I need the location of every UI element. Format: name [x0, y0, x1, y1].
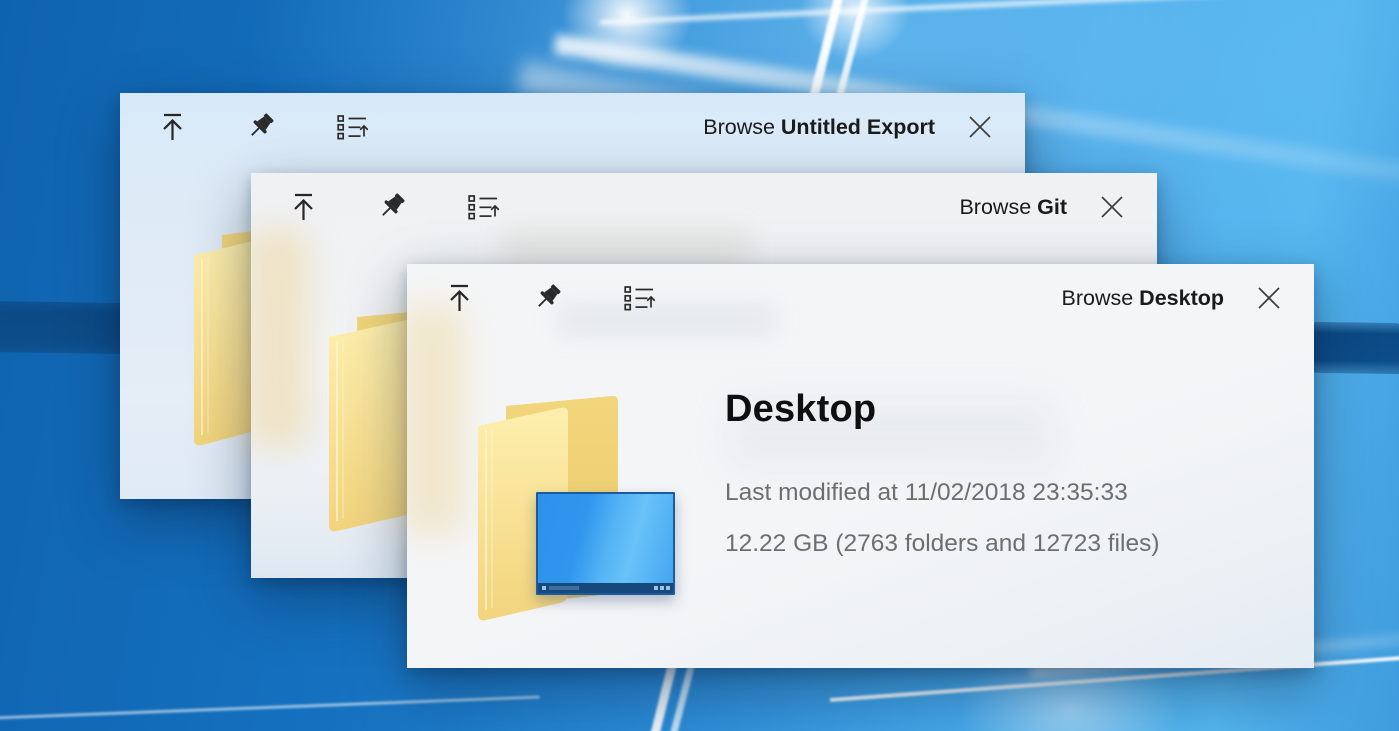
pin-button[interactable]: [527, 276, 571, 320]
titlebar-right: Browse Git: [959, 173, 1157, 241]
navigate-up-icon: [446, 283, 473, 313]
window-title: Browse Git: [959, 195, 1067, 220]
browse-label: Browse: [959, 195, 1037, 219]
wallpaper-light-beam: [600, 0, 1399, 25]
browse-label: Browse: [1062, 286, 1140, 310]
wallpaper-light-beam: [0, 696, 540, 720]
browse-target-label: Untitled Export: [781, 115, 935, 139]
navigate-up-icon: [159, 112, 186, 142]
pin-button[interactable]: [371, 185, 415, 229]
titlebar-right: Browse Desktop: [1062, 264, 1315, 332]
navigate-up-icon: [290, 192, 317, 222]
sort-list-button[interactable]: [461, 185, 505, 229]
pin-button[interactable]: [240, 105, 284, 149]
browse-target-label: Git: [1037, 195, 1067, 219]
monitor-tray-strip: [549, 586, 579, 590]
window-title: Browse Desktop: [1062, 286, 1225, 311]
size-summary-text: 12.22 GB (2763 folders and 12723 files): [725, 530, 1159, 558]
folder-heading: Desktop: [725, 388, 876, 431]
desktop-monitor-icon: [536, 492, 675, 595]
close-button[interactable]: [1248, 277, 1290, 319]
navigate-up-button[interactable]: [150, 105, 194, 149]
sort-list-button[interactable]: [330, 105, 374, 149]
acrylic-ghost: [399, 306, 465, 536]
close-button[interactable]: [959, 106, 1001, 148]
navigate-up-button[interactable]: [437, 276, 481, 320]
titlebar[interactable]: Browse Untitled Export: [120, 93, 1025, 161]
sort-list-icon: [624, 285, 655, 312]
sort-list-button[interactable]: [617, 276, 661, 320]
monitor-tray-dots: [654, 586, 670, 590]
close-icon: [1255, 284, 1283, 312]
monitor-taskbar: [538, 583, 673, 593]
acrylic-ghost: [245, 228, 309, 448]
navigate-up-button[interactable]: [281, 185, 325, 229]
titlebar-right: Browse Untitled Export: [703, 93, 1025, 161]
close-icon: [966, 113, 994, 141]
window-title: Browse Untitled Export: [703, 115, 935, 140]
browse-window-desktop: Browse Desktop: [407, 264, 1314, 668]
sort-list-icon: [468, 194, 499, 221]
pin-icon: [534, 283, 564, 313]
browse-target-label: Desktop: [1139, 286, 1224, 310]
sort-list-icon: [337, 114, 368, 141]
close-button[interactable]: [1091, 186, 1133, 228]
pin-icon: [247, 112, 277, 142]
toolbar: [437, 276, 661, 320]
monitor-start-dot: [542, 586, 546, 590]
close-icon: [1098, 193, 1126, 221]
wallpaper-glow: [800, 0, 910, 60]
browse-label: Browse: [703, 115, 781, 139]
titlebar[interactable]: Browse Desktop: [407, 264, 1314, 332]
toolbar: [150, 105, 374, 149]
last-modified-text: Last modified at 11/02/2018 23:35:33: [725, 479, 1128, 507]
toolbar: [281, 185, 505, 229]
pin-icon: [378, 192, 408, 222]
titlebar[interactable]: Browse Git: [251, 173, 1157, 241]
